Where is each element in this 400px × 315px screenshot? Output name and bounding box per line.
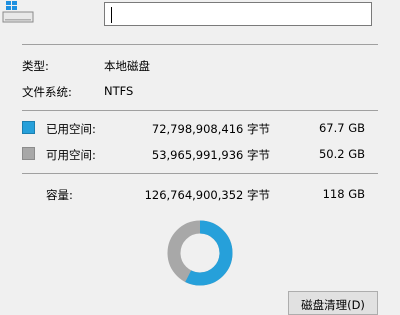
free-space-gb: 50.2 GB [318, 147, 365, 161]
drive-name-input[interactable] [104, 2, 372, 26]
type-value: 本地磁盘 [104, 59, 150, 73]
used-space-bytes: 72,798,908,416 字节 [151, 122, 270, 136]
disk-usage-donut [167, 220, 233, 286]
free-space-label: 可用空间: [46, 148, 96, 162]
used-space-gb: 67.7 GB [318, 121, 365, 135]
separator [22, 44, 378, 45]
disk-cleanup-button[interactable]: 磁盘清理(D) [288, 291, 378, 315]
drive-icon [2, 1, 34, 23]
text-caret [111, 7, 112, 23]
free-space-bytes: 53,965,991,936 字节 [151, 148, 270, 162]
filesystem-label: 文件系统: [22, 85, 72, 99]
capacity-bytes: 126,764,900,352 字节 [144, 188, 270, 202]
capacity-gb: 118 GB [322, 187, 365, 201]
free-space-swatch [22, 147, 35, 160]
separator [22, 110, 378, 111]
separator [22, 173, 378, 174]
capacity-label: 容量: [46, 188, 73, 202]
used-space-label: 已用空间: [46, 122, 96, 136]
used-space-swatch [22, 121, 35, 134]
type-label: 类型: [22, 59, 49, 73]
filesystem-value: NTFS [104, 84, 134, 98]
